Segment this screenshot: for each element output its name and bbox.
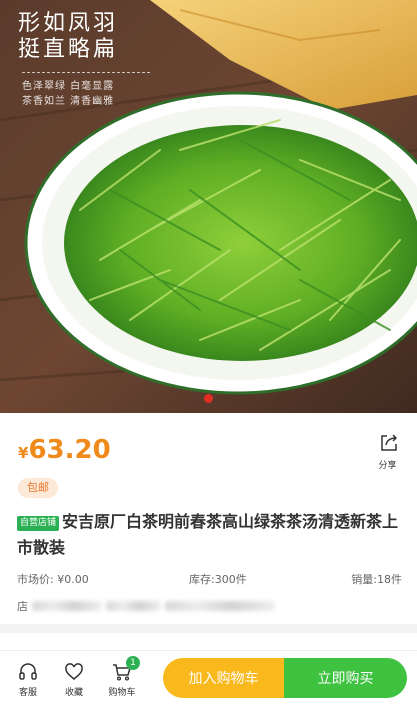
product-price: ¥63.20	[18, 435, 111, 465]
hero-subline-1: 色泽翠绿 白毫显露	[22, 81, 115, 93]
hero-headline-line2: 挺直略扁	[18, 37, 119, 63]
stock: 库存:300件	[189, 573, 247, 586]
headset-icon	[19, 663, 37, 680]
blurred-shop-info	[106, 601, 161, 611]
blurred-shop-info	[32, 601, 102, 611]
customer-service-label: 客服	[18, 688, 37, 698]
cart-button[interactable]: 1 购物车	[102, 656, 142, 698]
section-divider	[0, 624, 417, 633]
carousel-indicator	[0, 394, 417, 403]
product-info: ¥63.20 分享	[0, 413, 417, 475]
add-to-cart-button[interactable]: 加入购物车	[163, 658, 284, 698]
price-row: ¥63.20 分享	[0, 413, 417, 475]
cart-label: 购物车	[108, 688, 136, 698]
product-title: 自营店铺 安吉原厂白茶明前春茶高山绿茶茶汤清透新茶上市散装	[17, 509, 405, 561]
shop-label: 店	[17, 600, 28, 613]
share-button[interactable]: 分享	[378, 431, 400, 471]
hero-divider	[22, 72, 150, 74]
buy-now-button[interactable]: 立即购买	[284, 658, 407, 698]
product-image-carousel[interactable]: 形如凤羽 挺直略扁 色泽翠绿 白毫显露 茶香如兰 清香幽雅	[0, 0, 417, 413]
free-shipping-badge: 包邮	[18, 478, 58, 498]
share-label: 分享	[378, 461, 397, 471]
blurred-shop-info	[165, 601, 275, 611]
hero-overlay-text: 形如凤羽 挺直略扁 色泽翠绿 白毫显露 茶香如兰 清香幽雅	[18, 11, 150, 109]
favorite-button[interactable]: 收藏	[54, 662, 94, 698]
customer-service-button[interactable]: 客服	[8, 662, 48, 698]
hero-subline-2: 茶香如兰 清香幽雅	[22, 96, 115, 108]
product-title-text: 安吉原厂白茶明前春茶高山绿茶茶汤清透新茶上市散装	[17, 512, 399, 557]
shop-row[interactable]: 店	[17, 598, 275, 614]
self-operated-tag: 自营店铺	[17, 516, 60, 531]
price-value: 63.20	[28, 435, 111, 465]
cart-count-badge: 1	[126, 656, 140, 670]
market-price: 市场价: ¥0.00	[17, 573, 89, 586]
favorite-label: 收藏	[64, 688, 83, 698]
share-icon	[381, 434, 398, 451]
carousel-dot-active[interactable]	[204, 394, 213, 403]
currency-symbol: ¥	[18, 444, 29, 462]
bottom-action-bar: 客服 收藏 1 购物车 加入购物车 立即购买	[0, 650, 417, 705]
hero-headline-line1: 形如凤羽	[18, 11, 119, 36]
heart-icon	[65, 663, 83, 680]
sales-count: 销量:18件	[351, 573, 402, 586]
